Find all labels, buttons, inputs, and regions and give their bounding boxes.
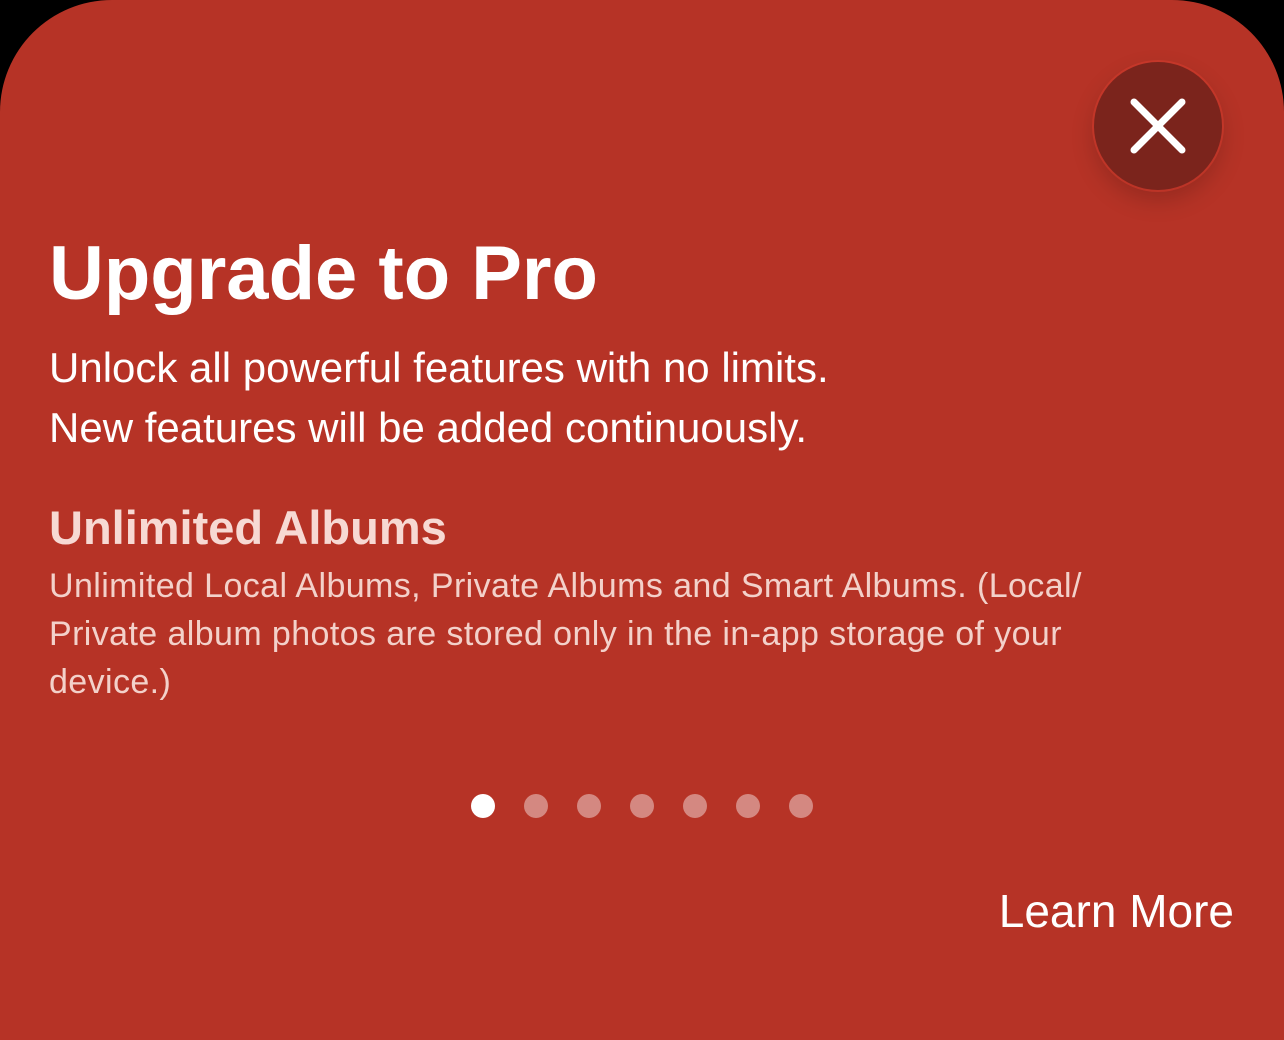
feature-description: Unlimited Local Albums, Private Albums a… bbox=[49, 562, 1209, 706]
feature-description-line: device.) bbox=[49, 663, 172, 701]
page-dot[interactable] bbox=[630, 794, 654, 818]
page-title: Upgrade to Pro bbox=[49, 231, 598, 316]
page-dot[interactable] bbox=[683, 794, 707, 818]
page-dot[interactable] bbox=[577, 794, 601, 818]
page-dot[interactable] bbox=[524, 794, 548, 818]
subtitle: Unlock all powerful features with no lim… bbox=[49, 338, 1229, 458]
page-indicator[interactable] bbox=[471, 794, 813, 818]
page-dot[interactable] bbox=[789, 794, 813, 818]
feature-description-line: Private album photos are stored only in … bbox=[49, 615, 1062, 653]
feature-description-line: Unlimited Local Albums, Private Albums a… bbox=[49, 567, 1082, 605]
subtitle-line: Unlock all powerful features with no lim… bbox=[49, 344, 829, 391]
page-dot[interactable] bbox=[736, 794, 760, 818]
page-dot-active[interactable] bbox=[471, 794, 495, 818]
learn-more-button[interactable]: Learn More bbox=[999, 882, 1234, 940]
close-button[interactable] bbox=[1094, 62, 1222, 190]
close-icon bbox=[1130, 98, 1186, 154]
subtitle-line: New features will be added continuously. bbox=[49, 404, 807, 451]
feature-title: Unlimited Albums bbox=[49, 501, 447, 554]
upgrade-sheet: Upgrade to Pro Unlock all powerful featu… bbox=[0, 0, 1284, 1040]
